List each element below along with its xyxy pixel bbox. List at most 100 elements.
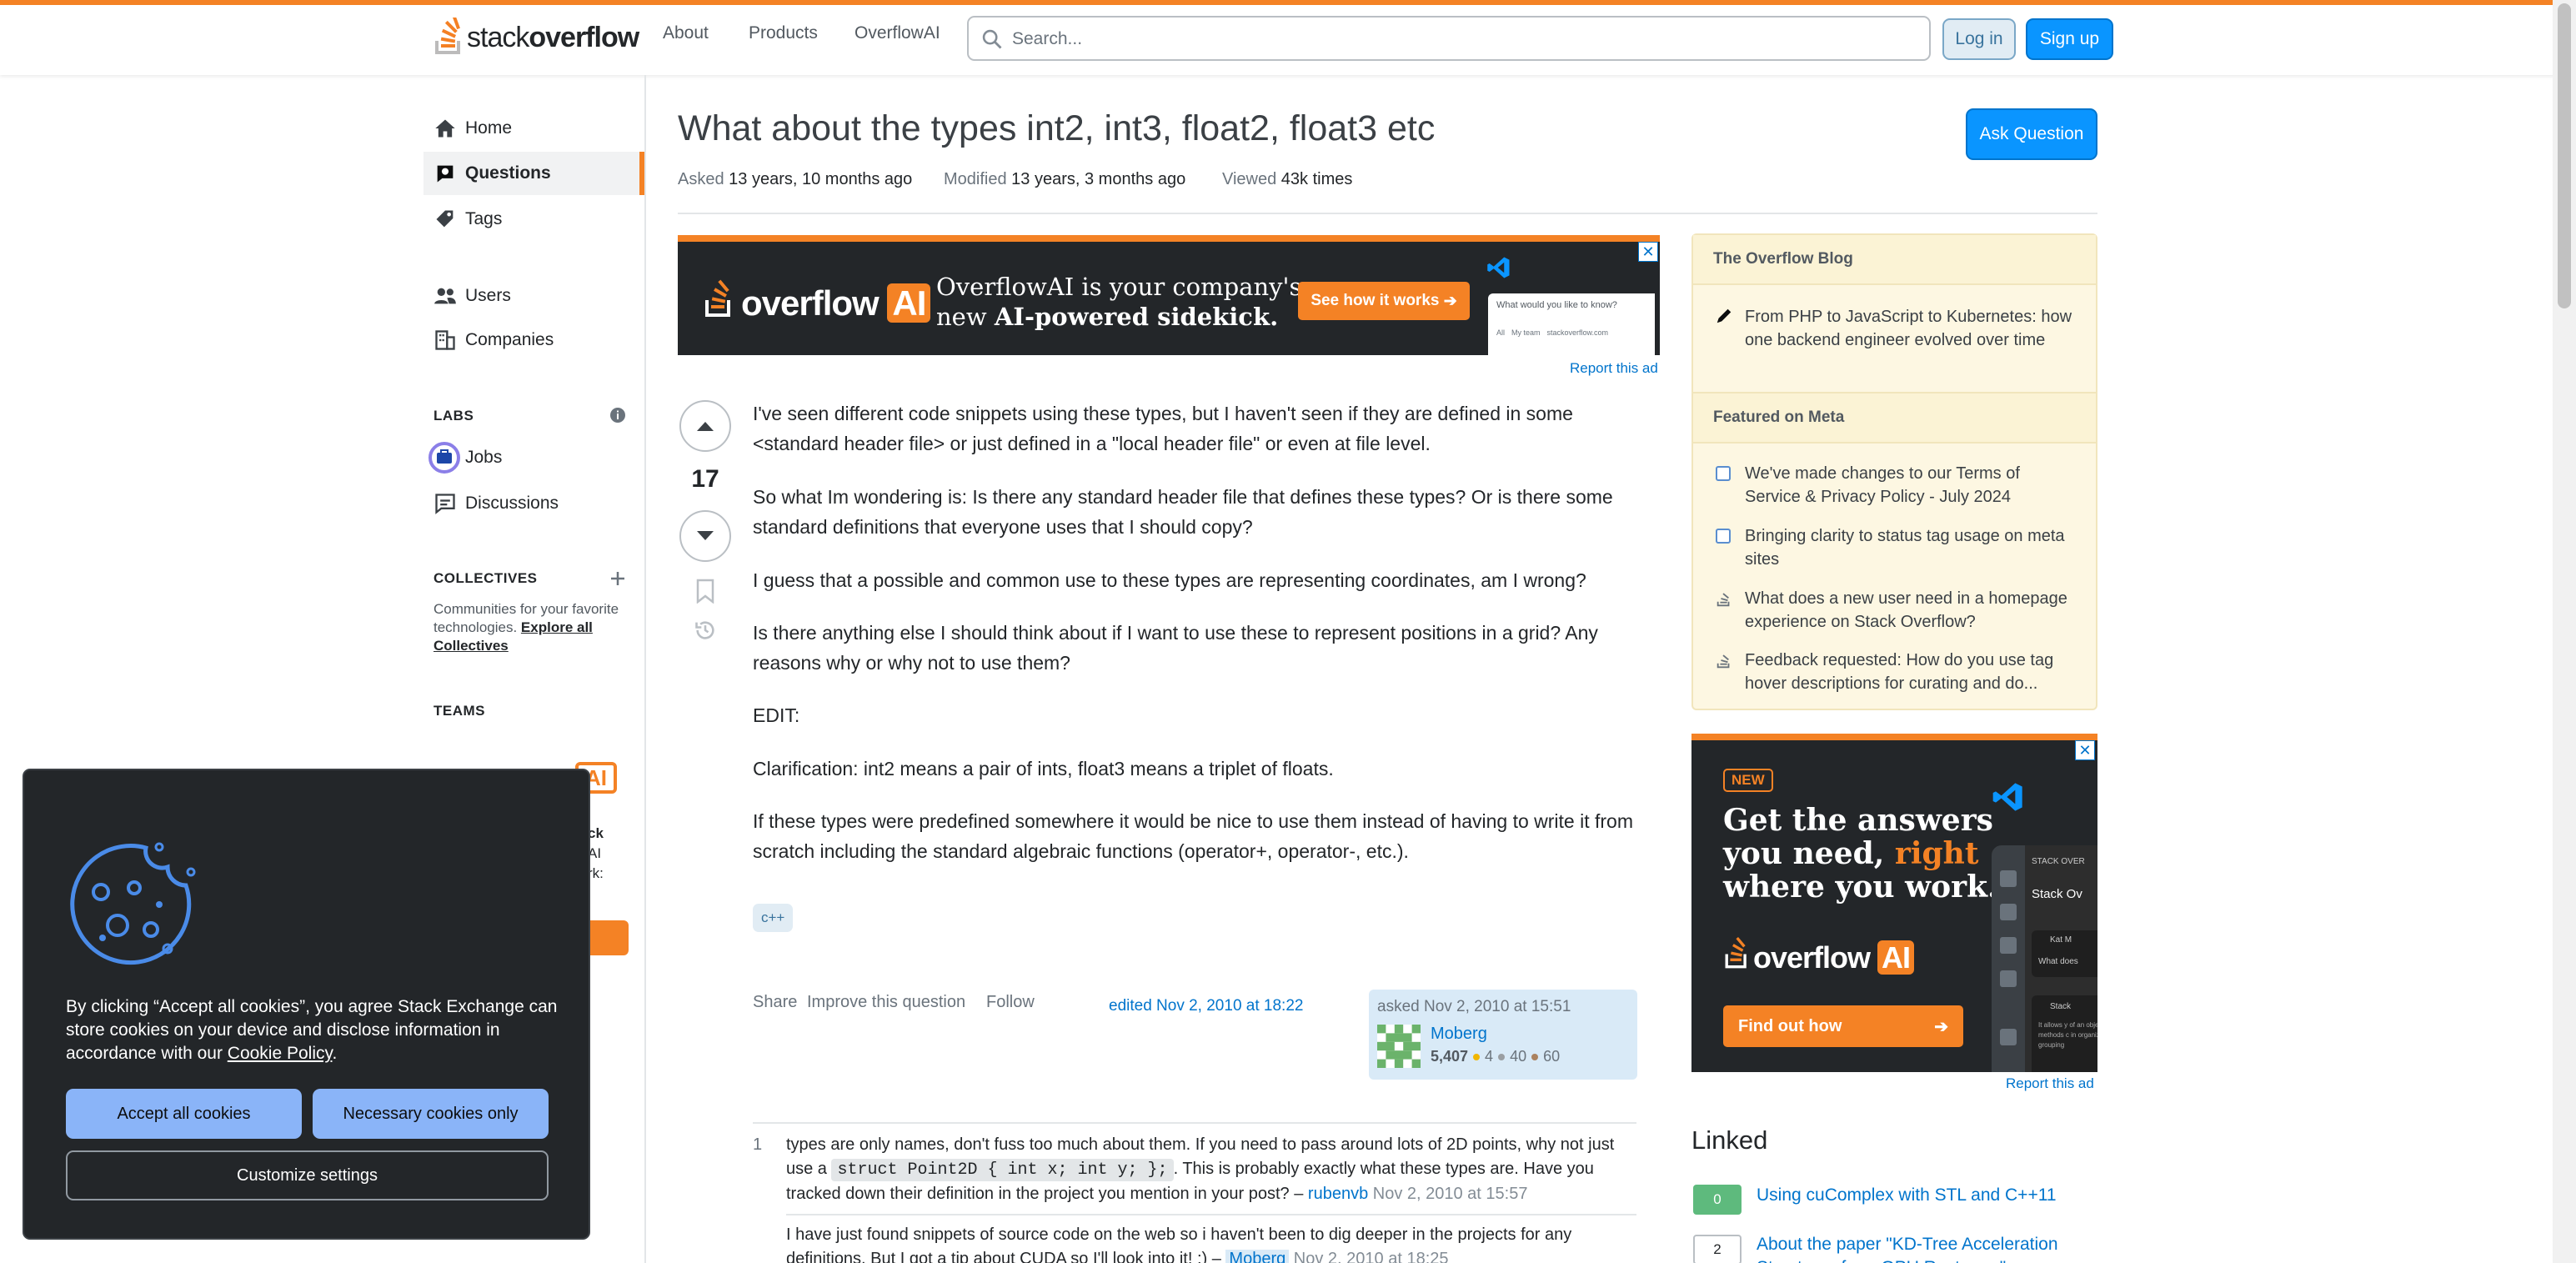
question-paragraph: I guess that a possible and common use t…: [753, 569, 1586, 591]
collectives-description: Communities for your favorite technologi…: [434, 600, 625, 655]
nav-products[interactable]: Products: [749, 23, 818, 43]
sidebar-home-label: Home: [465, 118, 513, 138]
asked-label: Asked: [678, 170, 724, 188]
ad2-preview-f: It allows y of an obje methods c in orga…: [2038, 1021, 2097, 1049]
ask-question-button[interactable]: Ask Question: [1966, 108, 2097, 160]
gold-count: 4: [1485, 1048, 1494, 1065]
meta-item[interactable]: What does a new user need in a homepage …: [1745, 587, 2078, 634]
ad2-close-icon[interactable]: ✕: [2075, 740, 2095, 760]
building-icon: [435, 330, 455, 350]
sidebar-ad[interactable]: NEW Get the answers you need, right wher…: [1691, 734, 2097, 1072]
ad-close-icon[interactable]: ✕: [1638, 242, 1658, 262]
ad-banner[interactable]: overflow AI OverflowAI is your company's…: [678, 235, 1660, 355]
signup-button[interactable]: Sign up: [2026, 18, 2113, 60]
ad2-headline: Get the answers you need, right where yo…: [1723, 804, 1998, 904]
overflow-blog-widget: The Overflow Blog From PHP to JavaScript…: [1691, 233, 2097, 710]
ad-cta-button[interactable]: See how it works ➔: [1298, 282, 1470, 320]
edited-link[interactable]: edited Nov 2, 2010 at 18:22: [1109, 997, 1303, 1015]
cookie-text-end: .: [332, 1044, 338, 1063]
silver-count: 40: [1510, 1048, 1527, 1065]
report-ad-link-2[interactable]: Report this ad: [2006, 1075, 2094, 1092]
scrollbar-thumb[interactable]: [2558, 3, 2571, 308]
ad2-line2: you need,: [1723, 836, 1895, 871]
nav-overflowai[interactable]: OverflowAI: [854, 23, 940, 43]
search-input[interactable]: Search...: [967, 16, 1931, 61]
featured-meta-heading: Featured on Meta: [1693, 392, 2096, 444]
meta-item[interactable]: We've made changes to our Terms of Servi…: [1745, 462, 2078, 509]
meta-item[interactable]: Feedback requested: How do you use tag h…: [1745, 649, 2078, 695]
sidebar-users-label: Users: [465, 286, 511, 305]
blog-item[interactable]: From PHP to JavaScript to Kubernetes: ho…: [1745, 305, 2078, 352]
ad2-line3: where you work.: [1723, 870, 1998, 905]
ad-mini-options: All My team stackoverflow.com: [1488, 317, 1655, 348]
ad-brand-ai: AI: [887, 283, 931, 323]
meta-item[interactable]: Bringing clarity to status tag usage on …: [1745, 524, 2078, 571]
cookie-policy-link[interactable]: Cookie Policy: [228, 1044, 333, 1063]
ad2-brand: overflow AI: [1753, 940, 1915, 975]
login-button[interactable]: Log in: [1942, 18, 2016, 60]
nav-about[interactable]: About: [663, 23, 709, 43]
sidebar-item-companies[interactable]: Companies: [434, 328, 554, 352]
upvote-button[interactable]: [679, 400, 731, 452]
downvote-button[interactable]: [679, 510, 731, 562]
owner-card: asked Nov 2, 2010 at 15:51 Moberg 5,407 …: [1369, 990, 1637, 1080]
sidebar-item-tags[interactable]: Tags: [434, 208, 502, 231]
tag-cpp[interactable]: c++: [753, 904, 794, 932]
stack-icon: [1716, 593, 1730, 607]
accept-cookies-button[interactable]: Accept all cookies: [66, 1089, 302, 1139]
improve-question-link[interactable]: Improve this question: [807, 993, 965, 1012]
linked-question-link[interactable]: Using cuComplex with STL and C++11: [1757, 1184, 2090, 1207]
briefcase-icon: [428, 442, 460, 474]
follow-link[interactable]: Follow: [986, 993, 1035, 1012]
plus-icon[interactable]: [609, 570, 626, 587]
comment-time: Nov 2, 2010 at 18:25: [1293, 1250, 1449, 1263]
collectives-heading: COLLECTIVES: [434, 570, 538, 586]
ad-headline-line1: OverflowAI is your company's: [936, 273, 1302, 301]
necessary-cookies-button[interactable]: Necessary cookies only: [313, 1089, 549, 1139]
teams-heading: TEAMS: [434, 703, 485, 719]
arrow-right-icon: ➔: [1934, 1017, 1948, 1036]
search-placeholder: Search...: [1012, 29, 1083, 48]
info-icon[interactable]: [609, 407, 626, 424]
comment-user[interactable]: rubenvb: [1308, 1185, 1368, 1203]
ad2-cta-button[interactable]: Find out how ➔: [1723, 1005, 1963, 1047]
sidebar-discussions-label: Discussions: [465, 494, 559, 513]
reputation-score: 5,407: [1431, 1048, 1469, 1065]
sidebar-tags-label: Tags: [465, 209, 503, 228]
labs-heading: LABS: [434, 408, 474, 424]
share-link[interactable]: Share: [753, 993, 797, 1012]
history-icon[interactable]: [694, 619, 717, 642]
customize-settings-button[interactable]: Customize settings: [66, 1150, 549, 1200]
vscode-icon: [1487, 257, 1510, 278]
sidebar-item-discussions[interactable]: Discussions: [434, 492, 559, 515]
ad-brand-text: overflow: [741, 283, 880, 323]
ad-mini-text: What would you like to know?: [1496, 300, 1617, 310]
bookmark-icon[interactable]: [695, 579, 715, 604]
ad2-brand-ai: AI: [1877, 940, 1915, 975]
question-paragraph: I've seen different code snippets using …: [753, 403, 1573, 454]
report-ad-link[interactable]: Report this ad: [1570, 360, 1658, 377]
user-avatar[interactable]: [1377, 1025, 1421, 1068]
ad2-line2-accent: right: [1894, 836, 1979, 871]
comments-divider: [753, 1122, 1636, 1124]
sidebar-item-home[interactable]: Home: [434, 117, 512, 140]
ad-mini-opt-1: All: [1496, 328, 1506, 337]
comment-user[interactable]: Moberg: [1225, 1250, 1290, 1263]
logo[interactable]: stack overflow: [432, 15, 639, 60]
comment-score: 1: [753, 1135, 763, 1154]
user-name[interactable]: Moberg: [1431, 1025, 1487, 1044]
sidebar-item-questions[interactable]: Questions: [423, 152, 644, 195]
sidebar-item-users[interactable]: Users: [434, 284, 511, 308]
search-icon: [982, 29, 1002, 49]
home-icon: [435, 119, 455, 138]
linked-heading: Linked: [1691, 1125, 1768, 1155]
comment-time: Nov 2, 2010 at 15:57: [1372, 1185, 1528, 1203]
sidebar-companies-label: Companies: [465, 330, 554, 349]
sidebar-item-jobs[interactable]: Jobs: [428, 442, 502, 474]
sidebar-jobs-label: Jobs: [465, 448, 503, 467]
question-title[interactable]: What about the types int2, int3, float2,…: [678, 108, 1435, 149]
asked-value: 13 years, 10 months ago: [729, 170, 913, 188]
logo-text-stack: stack: [467, 21, 529, 53]
linked-question-link[interactable]: About the paper "KD-Tree Acceleration St…: [1757, 1233, 2090, 1263]
left-nav-divider: [644, 75, 646, 1263]
